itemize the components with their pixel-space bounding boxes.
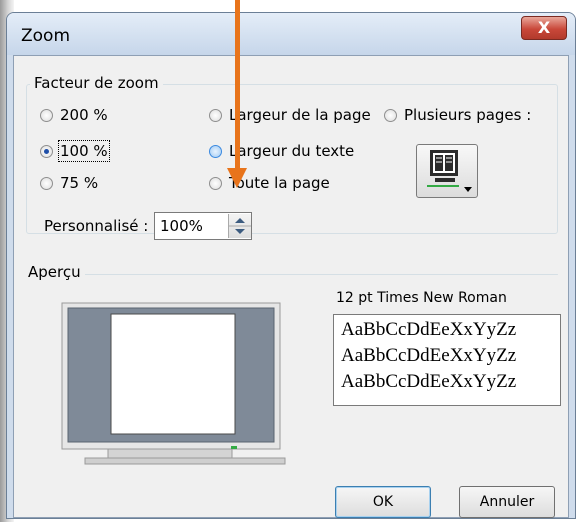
- preview-divider: [26, 274, 558, 275]
- radio-200-button[interactable]: [40, 108, 53, 122]
- radio-text-width-label: Largeur du texte: [229, 142, 355, 160]
- preview-font-name: 12 pt Times New Roman: [336, 290, 507, 306]
- annotation-arrow-head: [227, 168, 247, 188]
- font-sample-line: AaBbCcDdEeXxYyZz: [341, 371, 517, 392]
- radio-100-label: 100 %: [58, 140, 110, 162]
- font-sample-box: AaBbCcDdEeXxYyZz AaBbCcDdEeXxYyZz AaBbCc…: [333, 314, 561, 406]
- radio-page-width-label: Largeur de la page: [229, 106, 371, 124]
- font-sample-line: AaBbCcDdEeXxYyZz: [341, 345, 517, 366]
- spin-down-icon: [235, 229, 245, 234]
- close-button[interactable]: X: [521, 16, 567, 40]
- radio-page-width[interactable]: Largeur de la page: [209, 106, 371, 124]
- radio-text-width-button[interactable]: [209, 144, 222, 158]
- multiple-pages-icon: [427, 150, 472, 192]
- radio-page-width-button[interactable]: [209, 108, 222, 122]
- multiple-pages-button[interactable]: [416, 144, 478, 198]
- zoom-factor-label: Facteur de zoom: [30, 74, 163, 92]
- radio-100-button[interactable]: [40, 144, 53, 158]
- preview-label: Aperçu: [24, 263, 85, 281]
- cancel-button[interactable]: Annuler: [459, 486, 555, 518]
- font-sample-line: AaBbCcDdEeXxYyZz: [341, 319, 517, 340]
- title-bar[interactable]: Zoom X: [7, 13, 575, 55]
- zoom-spinner[interactable]: [228, 214, 251, 238]
- radio-75[interactable]: 75 %: [40, 174, 98, 192]
- radio-many-pages-label: Plusieurs pages :: [404, 106, 532, 124]
- spin-icons: [229, 218, 251, 234]
- radio-many-pages[interactable]: Plusieurs pages :: [384, 106, 531, 124]
- monitor-preview: [48, 294, 314, 469]
- ok-button[interactable]: OK: [335, 486, 431, 518]
- close-icon: X: [537, 18, 551, 37]
- radio-75-label: 75 %: [60, 174, 99, 192]
- radio-75-button[interactable]: [40, 176, 53, 190]
- dialog-body: Facteur de zoom 200 % 100 % 75 % Largeur…: [13, 55, 569, 518]
- zoom-dialog: Zoom X Facteur de zoom 200 % 100 % 75 % …: [6, 12, 576, 519]
- radio-200-label: 200 %: [60, 106, 108, 124]
- radio-200[interactable]: 200 %: [40, 106, 108, 124]
- radio-text-width[interactable]: Largeur du texte: [209, 142, 354, 160]
- monitor-preview-icon: [61, 302, 286, 465]
- custom-zoom-label: Personnalisé :: [44, 217, 149, 235]
- radio-whole-page-button[interactable]: [209, 176, 222, 190]
- radio-100[interactable]: 100 %: [40, 140, 110, 162]
- annotation-arrow: [235, 0, 240, 170]
- radio-many-pages-button[interactable]: [384, 108, 397, 122]
- window-title: Zoom: [21, 26, 71, 46]
- spin-up-icon: [235, 218, 245, 223]
